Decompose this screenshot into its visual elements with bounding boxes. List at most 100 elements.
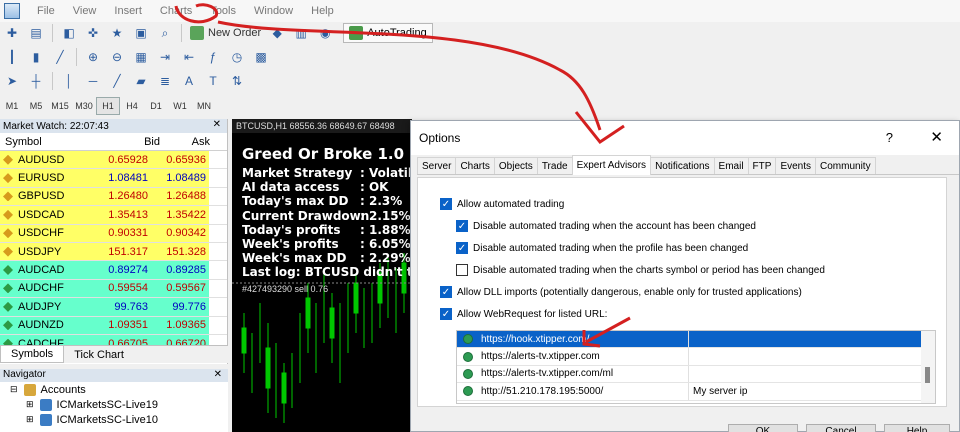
table-row[interactable]: USDJPY 151.317 151.328 — [0, 242, 227, 262]
tree-item-account[interactable]: ⊞ ICMarketsSC-Live19 — [0, 397, 228, 412]
expand-icon[interactable]: ⊞ — [26, 414, 34, 425]
indicators-icon[interactable]: ƒ — [203, 48, 223, 66]
table-row[interactable]: USDCHF 0.90331 0.90342 — [0, 224, 227, 243]
line-chart-icon[interactable]: ╱ — [50, 48, 70, 66]
option-checkbox[interactable] — [456, 264, 468, 276]
tab-charts[interactable]: Charts — [455, 157, 495, 174]
menu-charts[interactable]: Charts — [151, 5, 201, 17]
tab-events[interactable]: Events — [775, 157, 817, 174]
candlestick-icon[interactable]: ▮ — [26, 48, 46, 66]
url-scrollbar[interactable] — [921, 331, 935, 403]
cancel-button[interactable]: Cancel — [806, 424, 876, 432]
tab-email[interactable]: Email — [713, 157, 749, 174]
url-row[interactable]: https://alerts-tv.xtipper.com/ml — [457, 365, 935, 384]
profiles-icon[interactable]: ▤ — [26, 24, 46, 42]
fibonacci-icon[interactable]: ≣ — [155, 72, 175, 90]
navigator-icon[interactable]: ★ — [107, 24, 127, 42]
zoom-in-icon[interactable]: ⊕ — [83, 48, 103, 66]
option-checkbox[interactable]: ✓ — [440, 198, 452, 210]
vertical-line-icon[interactable]: │ — [59, 72, 79, 90]
tab-trade[interactable]: Trade — [536, 157, 573, 174]
close-icon[interactable]: ✕ — [213, 119, 221, 130]
new-chart-icon[interactable]: ✚ — [2, 24, 22, 42]
url-cell[interactable]: https://alerts-tv.xtipper.com — [457, 348, 689, 365]
tab-expert-advisors[interactable]: Expert Advisors — [571, 155, 652, 175]
table-row[interactable]: AUDUSD 0.65928 0.65936 — [0, 151, 227, 170]
crosshair-tool-icon[interactable]: ┼ — [26, 72, 46, 90]
close-icon[interactable]: ✕ — [214, 369, 222, 380]
collapse-icon[interactable]: ⊟ — [10, 384, 18, 395]
horizontal-line-icon[interactable]: ─ — [83, 72, 103, 90]
url-cell[interactable]: https://alerts-tv.xtipper.com/ml — [457, 365, 689, 383]
text-icon[interactable]: A — [179, 72, 199, 90]
close-icon[interactable]: ✕ — [930, 128, 943, 146]
table-row[interactable]: EURUSD 1.08481 1.08489 — [0, 169, 227, 188]
tree-item-account[interactable]: ⊞ ICMarketsSC-Live10 — [0, 412, 228, 427]
url-description[interactable]: My server ip — [689, 386, 935, 397]
tab-ftp[interactable]: FTP — [747, 157, 777, 174]
autotrading-button[interactable]: AutoTrading — [343, 23, 433, 43]
tab-community[interactable]: Community — [815, 157, 876, 174]
timeframe-h1[interactable]: H1 — [96, 97, 120, 115]
metaeditor-icon[interactable]: ◆ — [267, 24, 287, 42]
cursor-icon[interactable]: ➤ — [2, 72, 22, 90]
url-cell[interactable]: https://hook.xtipper.com/ — [457, 331, 689, 348]
timeframe-mn[interactable]: MN — [192, 97, 216, 115]
timeframe-m5[interactable]: M5 — [24, 97, 48, 115]
tile-windows-icon[interactable]: ▦ — [131, 48, 151, 66]
table-row[interactable]: GBPUSD 1.26480 1.26488 — [0, 187, 227, 207]
help-button[interactable]: Help — [884, 424, 950, 432]
table-row[interactable]: AUDNZD 1.09351 1.09365 — [0, 316, 227, 335]
timeframe-m30[interactable]: M30 — [72, 97, 96, 115]
chart-shift-icon[interactable]: ⇤ — [179, 48, 199, 66]
menu-insert[interactable]: Insert — [105, 5, 151, 17]
autoscroll-icon[interactable]: ⇥ — [155, 48, 175, 66]
zoom-out-icon[interactable]: ⊖ — [107, 48, 127, 66]
tab-symbols[interactable]: Symbols — [0, 346, 65, 363]
option-checkbox[interactable]: ✓ — [440, 308, 452, 320]
table-row[interactable]: AUDJPY 99.763 99.776 — [0, 298, 227, 317]
menu-view[interactable]: View — [64, 5, 106, 17]
cloud-icon[interactable]: ◉ — [315, 24, 335, 42]
scrollbar-thumb[interactable] — [925, 367, 930, 383]
tab-notifications[interactable]: Notifications — [650, 157, 715, 174]
new-order-button[interactable]: New Order — [186, 26, 265, 40]
trendline-icon[interactable]: ╱ — [107, 72, 127, 90]
option-checkbox[interactable]: ✓ — [440, 286, 452, 298]
timeframe-d1[interactable]: D1 — [144, 97, 168, 115]
bar-chart-icon[interactable]: ┃ — [2, 48, 22, 66]
chart-window[interactable]: BTCUSD,H1 68556.36 68649.67 68498 Greed … — [232, 119, 412, 432]
url-row[interactable]: https://hook.xtipper.com/ — [457, 331, 935, 349]
column-ask[interactable]: Ask — [160, 136, 210, 148]
url-cell[interactable]: http://51.210.178.195:5000/ — [457, 383, 689, 400]
tab-server[interactable]: Server — [417, 157, 457, 174]
market-watch-icon[interactable]: ◧ — [59, 24, 79, 42]
url-row[interactable]: http://51.210.178.195:5000/My server ip — [457, 383, 935, 401]
help-icon[interactable]: ? — [886, 130, 893, 145]
option-checkbox[interactable]: ✓ — [456, 242, 468, 254]
menu-window[interactable]: Window — [245, 5, 302, 17]
timeframe-m1[interactable]: M1 — [0, 97, 24, 115]
text-label-icon[interactable]: T — [203, 72, 223, 90]
tree-item-accounts[interactable]: ⊟ Accounts — [0, 382, 228, 397]
terminal-icon[interactable]: ▣ — [131, 24, 151, 42]
tester-icon[interactable]: ⌕ — [155, 24, 175, 42]
periods-icon[interactable]: ◷ — [227, 48, 247, 66]
table-row[interactable]: USDCAD 1.35413 1.35422 — [0, 206, 227, 225]
column-bid[interactable]: Bid — [110, 136, 160, 148]
column-symbol[interactable]: Symbol — [0, 136, 110, 148]
signals-icon[interactable]: ▥ — [291, 24, 311, 42]
table-row[interactable]: AUDCAD 0.89274 0.89285 — [0, 261, 227, 280]
timeframe-w1[interactable]: W1 — [168, 97, 192, 115]
timeframe-h4[interactable]: H4 — [120, 97, 144, 115]
arrows-icon[interactable]: ⇅ — [227, 72, 247, 90]
chart-tab[interactable]: BTCUSD,H1 68556.36 68649.67 68498 — [232, 119, 412, 133]
option-checkbox[interactable]: ✓ — [456, 220, 468, 232]
tab-tick-chart[interactable]: Tick Chart — [64, 346, 134, 363]
expand-icon[interactable]: ⊞ — [26, 399, 34, 410]
menu-file[interactable]: File — [28, 5, 64, 17]
templates-icon[interactable]: ▩ — [251, 48, 271, 66]
crosshair-icon[interactable]: ✜ — [83, 24, 103, 42]
equidistant-channel-icon[interactable]: ▰ — [131, 72, 151, 90]
tab-objects[interactable]: Objects — [493, 157, 538, 174]
